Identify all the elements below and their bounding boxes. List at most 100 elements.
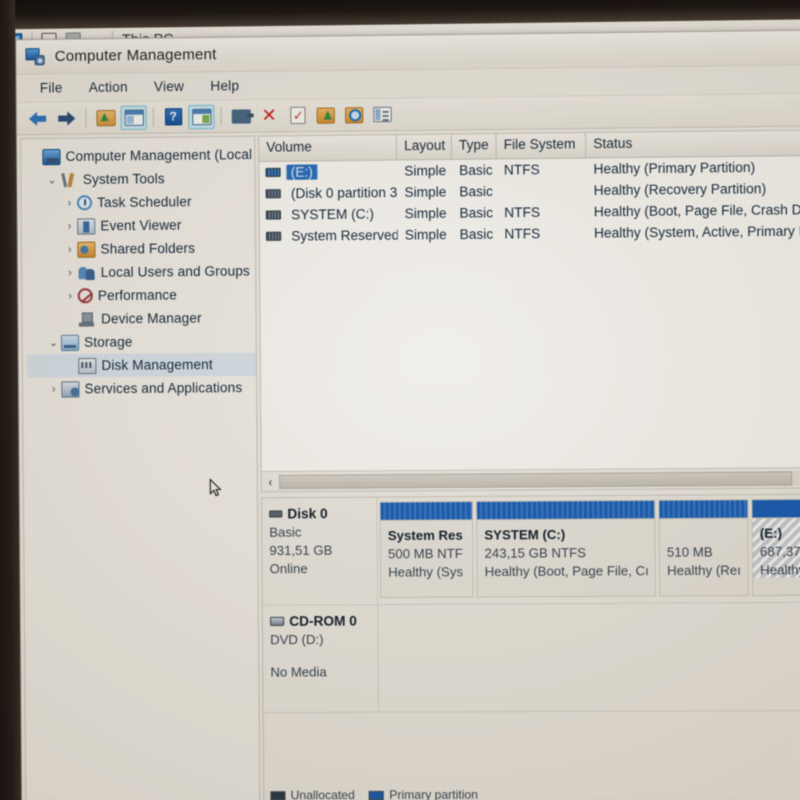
chevron-down-icon[interactable]: ⌄: [46, 336, 61, 349]
back-button[interactable]: [25, 106, 51, 131]
cell-type: Basic: [452, 226, 497, 242]
forward-button[interactable]: [53, 106, 79, 131]
services-icon: [61, 381, 79, 397]
cell-status: Healthy (Primary Partition): [586, 159, 800, 177]
table-row[interactable]: System ReservedSimpleBasicNTFSHealthy (S…: [260, 220, 800, 247]
disk-name: Disk 0: [287, 506, 327, 521]
tree-item-storage[interactable]: ⌄Storage: [27, 329, 256, 354]
scrollbar-thumb[interactable]: [279, 471, 793, 489]
column-header-type[interactable]: Type: [452, 134, 497, 159]
computer-management-window[interactable]: Computer Management File Action View Hel…: [15, 30, 800, 800]
export-list-button[interactable]: [313, 103, 340, 128]
partition-status: Healthy (Reı: [667, 562, 748, 578]
volume-name: (Disk 0 partition 3): [287, 185, 398, 201]
chevron-right-icon[interactable]: ›: [46, 383, 61, 395]
red-x-icon: ✕: [261, 108, 276, 124]
partition-recovery[interactable]: 510 MBHealthy (Reı: [658, 499, 749, 596]
console-tree-pane[interactable]: Computer Management (Local⌄System Tools›…: [20, 136, 260, 800]
partition-status: Healthy (Pr: [760, 562, 800, 578]
legend-swatch: [369, 790, 384, 799]
show-hide-console-tree-button[interactable]: [121, 105, 147, 130]
disk-info[interactable]: Disk 0Basic931,51 GBOnline: [262, 498, 378, 605]
disk-type: DVD (D:): [270, 632, 377, 648]
cell-type: Basic: [452, 205, 497, 221]
tree-item-shared-folders[interactable]: ›Shared Folders: [26, 236, 255, 261]
partition-details: System Res500 MB NTFHealthy (Sys: [381, 520, 473, 579]
cd-rom-icon: [270, 617, 284, 626]
tree-item-label: Disk Management: [101, 357, 212, 373]
drive-icon: [265, 168, 280, 177]
cell-layout: Simple: [397, 206, 452, 222]
folder-search-icon: [345, 107, 363, 123]
find-button[interactable]: [341, 102, 368, 127]
partition-label: [667, 526, 748, 542]
column-header-status[interactable]: Status: [586, 131, 800, 158]
show-hide-action-pane-button[interactable]: [188, 104, 214, 129]
refresh-button[interactable]: [284, 103, 311, 128]
volume-list[interactable]: Volume Layout Type File System Status (E…: [258, 130, 800, 493]
tree-item-system-tools[interactable]: ⌄System Tools: [25, 166, 254, 192]
disk-info[interactable]: CD-ROM 0 DVD (D:) No Media: [263, 605, 379, 712]
cell-status: Healthy (System, Active, Primary Pa: [587, 223, 800, 240]
cell-layout: Simple: [398, 227, 453, 243]
document-check-icon: [290, 107, 305, 124]
window-body: Computer Management (Local⌄System Tools›…: [17, 128, 800, 800]
tree-item-services-and-applications[interactable]: ›Services and Applications: [27, 376, 256, 401]
chevron-down-icon[interactable]: ⌄: [45, 173, 60, 186]
legend-item: Primary partition: [369, 787, 478, 800]
tree-item-local-users-and-groups[interactable]: ›Local Users and Groups: [26, 259, 255, 284]
tree-item-computer-management[interactable]: Computer Management (Local: [25, 143, 254, 169]
disk-row[interactable]: CD-ROM 0 DVD (D:) No Media: [263, 603, 800, 713]
list-view-button[interactable]: [369, 102, 396, 127]
chevron-right-icon[interactable]: ›: [63, 290, 78, 302]
cell-layout: Simple: [397, 163, 452, 179]
tree-item-disk-management[interactable]: Disk Management: [27, 352, 256, 377]
menu-help[interactable]: Help: [197, 75, 252, 97]
partition-e[interactable]: (E:)687,37 GB NHealthy (Pr: [751, 498, 800, 596]
cell-volume: (E:): [259, 164, 397, 181]
properties-button[interactable]: [228, 104, 254, 129]
scroll-left-icon[interactable]: ‹: [262, 474, 279, 488]
disk-state: No Media: [270, 664, 377, 680]
partition-color-bar: [381, 502, 473, 521]
column-header-file-system[interactable]: File System: [496, 133, 586, 158]
help-button[interactable]: ?: [160, 105, 186, 130]
drive-icon: [266, 189, 281, 198]
tree-item-event-viewer[interactable]: ›Event Viewer: [26, 213, 255, 239]
cell-file-system: [497, 190, 587, 191]
tree-item-task-scheduler[interactable]: › Task Scheduler: [26, 189, 255, 215]
chevron-right-icon[interactable]: ›: [62, 197, 77, 209]
menu-action[interactable]: Action: [76, 76, 141, 98]
column-header-volume[interactable]: Volume: [259, 135, 397, 161]
chevron-right-icon[interactable]: ›: [62, 243, 77, 255]
legend-swatch: [270, 791, 285, 800]
system-tools-icon: [60, 171, 78, 187]
disk-management-icon: [78, 357, 96, 373]
partition-size: 243,15 GB NTFS: [484, 545, 654, 561]
menu-view[interactable]: View: [141, 76, 198, 98]
legend-label: Unallocated: [291, 788, 355, 800]
partition-label: SYSTEM (C:): [484, 526, 654, 542]
cell-volume: (Disk 0 partition 3): [260, 185, 398, 202]
up-one-level-button[interactable]: [92, 105, 118, 130]
computer-management-icon: [25, 48, 44, 65]
tree-item-label: Computer Management (Local: [65, 147, 252, 164]
tree-item-performance[interactable]: ›Performance: [26, 283, 255, 308]
column-header-layout[interactable]: Layout: [397, 135, 452, 160]
partition-system-c[interactable]: SYSTEM (C:)243,15 GB NTFSHealthy (Boot, …: [476, 500, 656, 598]
menu-file[interactable]: File: [27, 77, 76, 99]
delete-button[interactable]: ✕: [256, 103, 282, 128]
horizontal-scrollbar[interactable]: ‹: [262, 467, 800, 491]
disk-name: CD-ROM 0: [289, 613, 357, 629]
scrollbar-track[interactable]: [279, 471, 800, 489]
chevron-right-icon[interactable]: ›: [62, 220, 77, 232]
partition-system-reserved[interactable]: System Res500 MB NTFHealthy (Sys: [379, 501, 473, 598]
disk-type: Basic: [269, 524, 376, 540]
disk-row[interactable]: Disk 0Basic931,51 GBOnlineSystem Res500 …: [262, 495, 800, 606]
tree-item-device-manager[interactable]: Device Manager: [26, 306, 255, 331]
disk-map-pane[interactable]: Disk 0Basic931,51 GBOnlineSystem Res500 …: [261, 494, 800, 800]
chevron-right-icon[interactable]: ›: [62, 267, 77, 279]
tree-item-label: Task Scheduler: [97, 194, 192, 210]
cell-volume: System Reserved: [260, 227, 398, 244]
partition-strip: System Res500 MB NTFHealthy (Sys SYSTEM (…: [377, 494, 800, 604]
